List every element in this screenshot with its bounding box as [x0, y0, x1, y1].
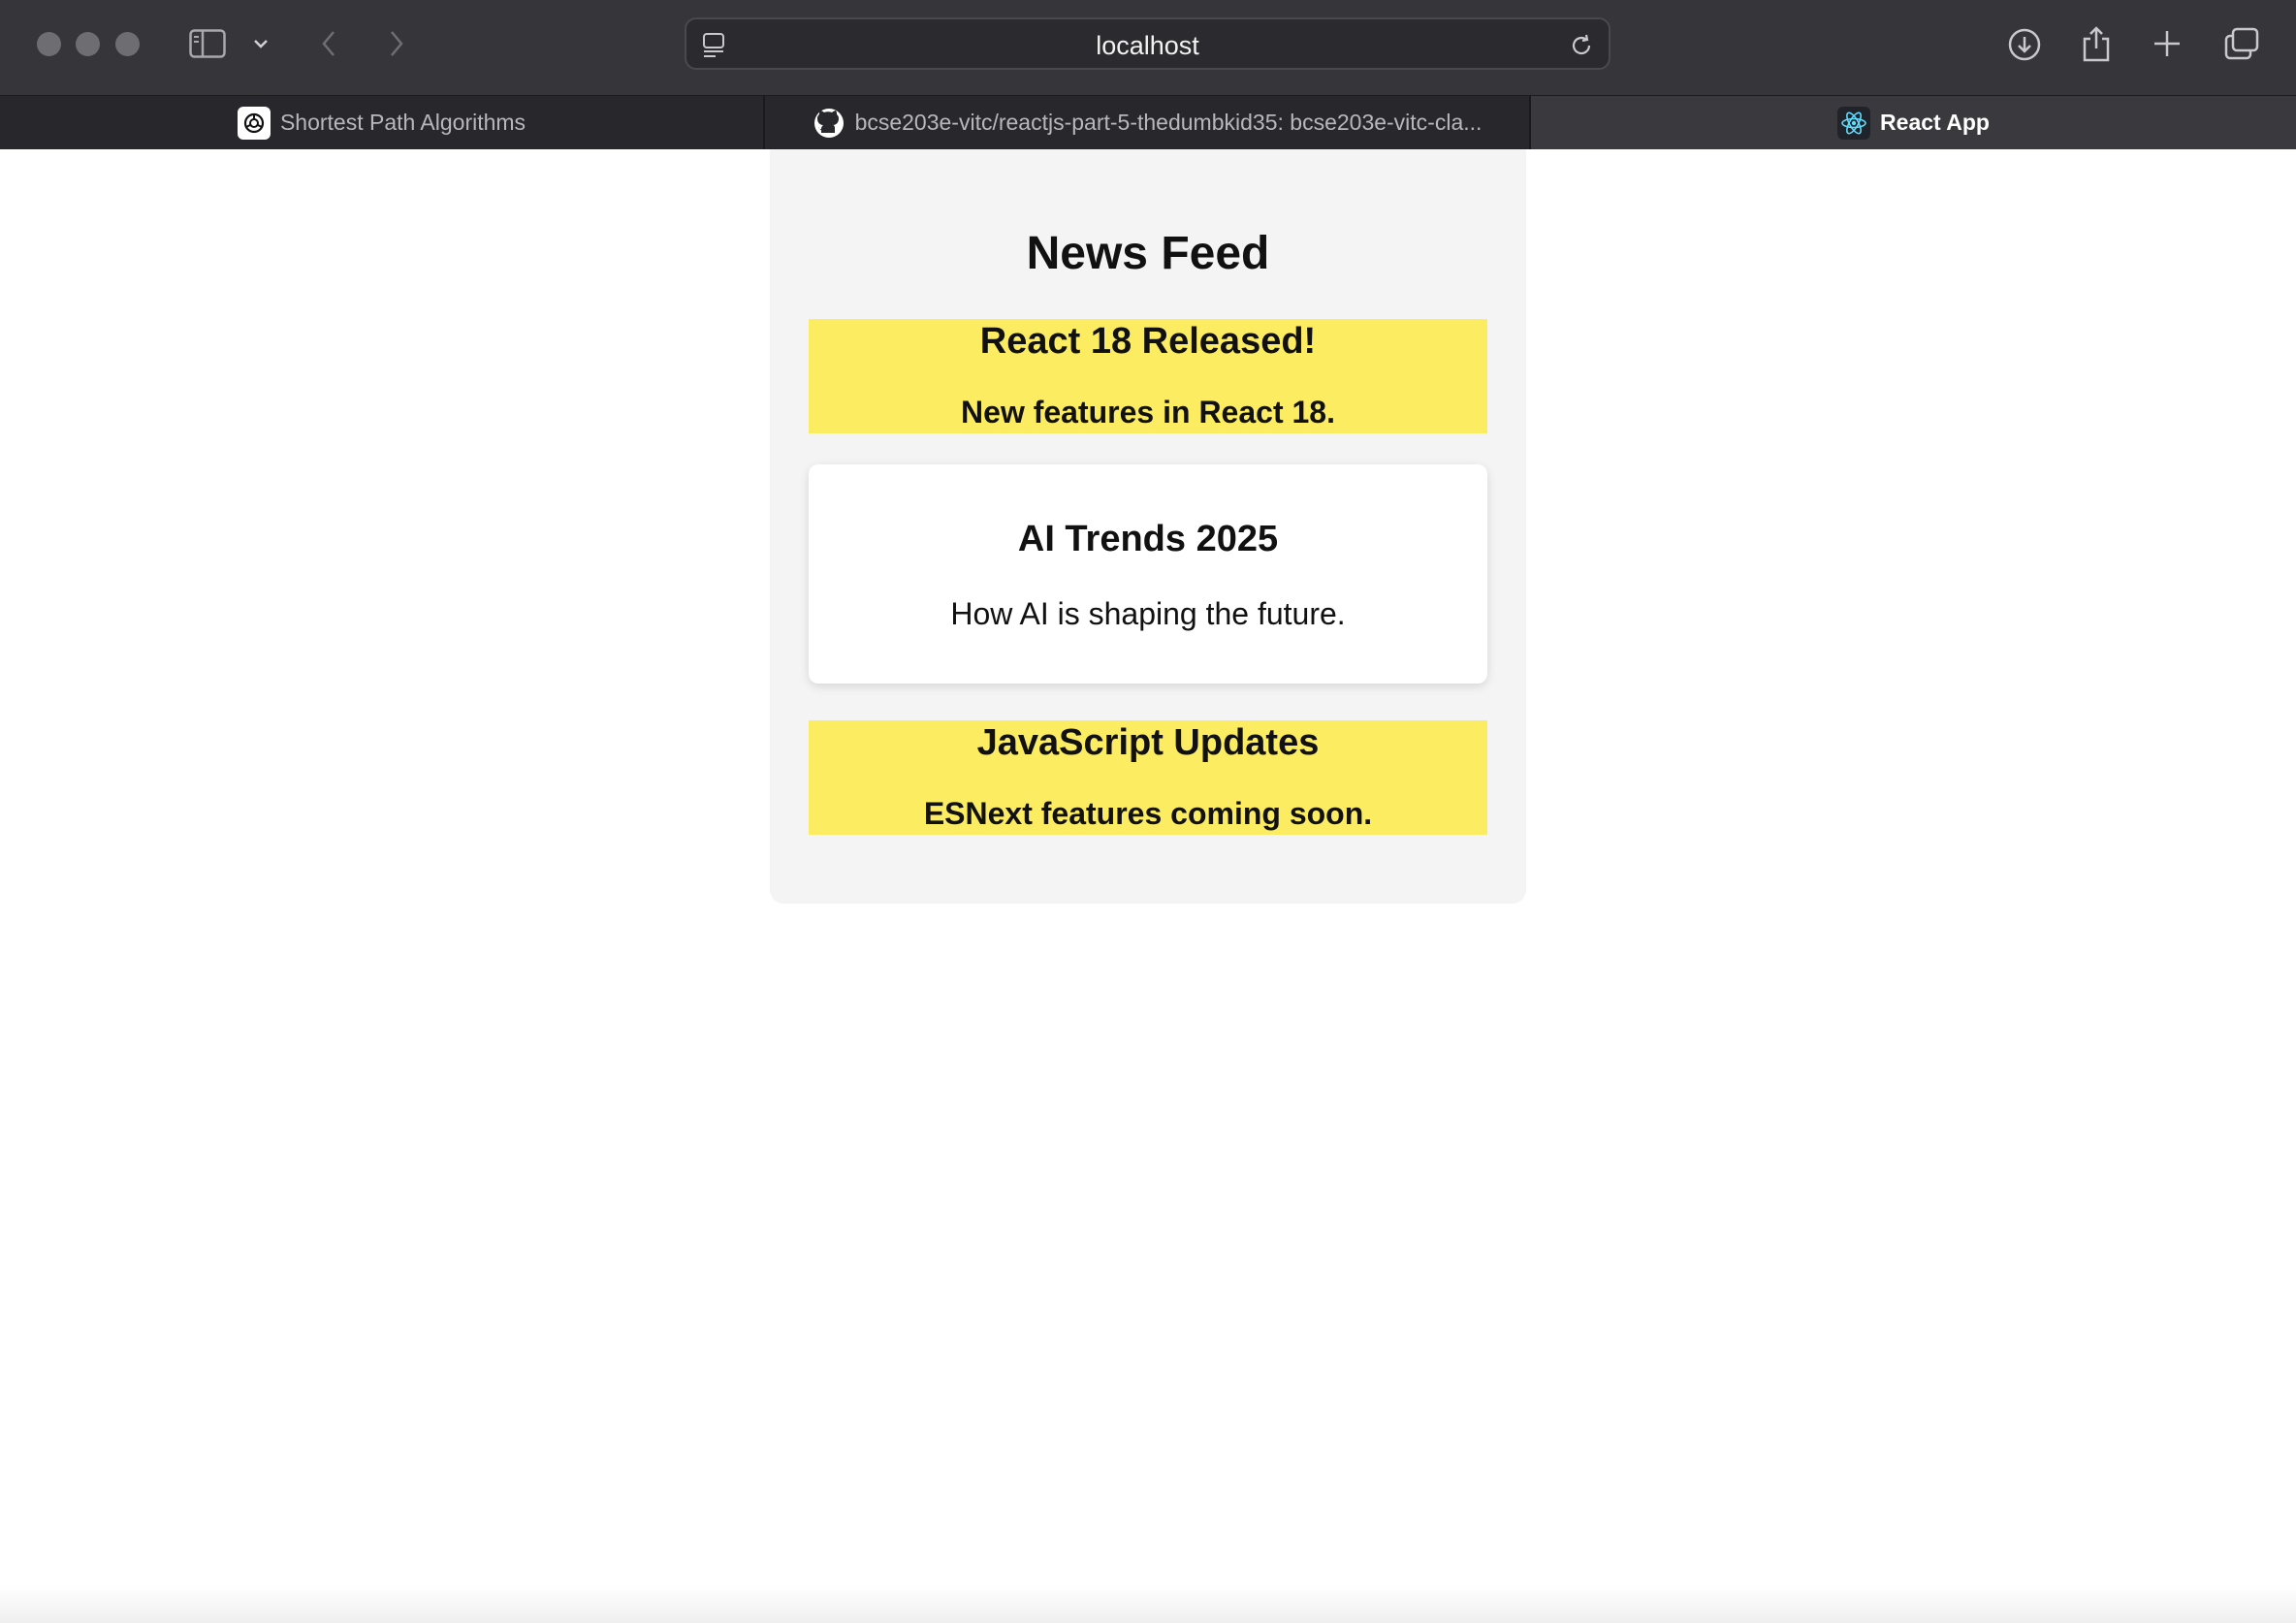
- github-icon: [813, 107, 845, 140]
- downloads-icon[interactable]: [2005, 25, 2044, 64]
- tab-label: React App: [1880, 110, 1990, 135]
- news-card-description: New features in React 18.: [961, 395, 1335, 430]
- tab-overview-icon[interactable]: [2222, 25, 2261, 62]
- news-card-title: AI Trends 2025: [1017, 519, 1279, 559]
- openai-icon: [237, 106, 271, 140]
- back-icon[interactable]: [314, 27, 343, 60]
- browser-toolbar: localhost: [0, 0, 2296, 95]
- address-bar[interactable]: localhost: [685, 17, 1610, 70]
- tab-github[interactable]: bcse203e-vitc/reactjs-part-5-thedumbkid3…: [765, 96, 1529, 149]
- chevron-down-icon[interactable]: [250, 33, 271, 54]
- reload-icon[interactable]: [1567, 31, 1596, 60]
- tab-react-app[interactable]: React App: [1531, 96, 2296, 149]
- news-card-description: ESNext features coming soon.: [923, 796, 1373, 831]
- minimize-window-button[interactable]: [76, 32, 100, 56]
- forward-icon[interactable]: [382, 27, 411, 60]
- new-tab-icon[interactable]: [2151, 27, 2184, 60]
- url-text: localhost: [1096, 31, 1199, 60]
- news-card: React 18 Released! New features in React…: [809, 319, 1487, 433]
- share-icon[interactable]: [2079, 23, 2114, 64]
- page-title: News Feed: [1026, 228, 1270, 279]
- close-window-button[interactable]: [37, 32, 61, 56]
- window-bottom-edge: [0, 1584, 2296, 1623]
- zoom-window-button[interactable]: [115, 32, 140, 56]
- tab-label: bcse203e-vitc/reactjs-part-5-thedumbkid3…: [854, 110, 1483, 135]
- news-card-title: JavaScript Updates: [976, 722, 1320, 763]
- page-content: News Feed React 18 Released! New feature…: [0, 149, 2296, 1623]
- news-card-title: React 18 Released!: [979, 321, 1317, 362]
- news-card: AI Trends 2025 How AI is shaping the fut…: [809, 464, 1487, 684]
- tab-shortest-path[interactable]: Shortest Path Algorithms: [0, 96, 763, 149]
- news-feed-container: News Feed React 18 Released! New feature…: [770, 149, 1526, 904]
- news-card-description: How AI is shaping the future.: [950, 596, 1346, 631]
- react-icon: [1837, 106, 1871, 140]
- tab-label: Shortest Path Algorithms: [279, 110, 526, 135]
- news-card: JavaScript Updates ESNext features comin…: [809, 720, 1487, 835]
- sidebar-toggle-icon[interactable]: [188, 27, 227, 60]
- tab-bar: Shortest Path Algorithms bcse203e-vitc/r…: [0, 95, 2296, 149]
